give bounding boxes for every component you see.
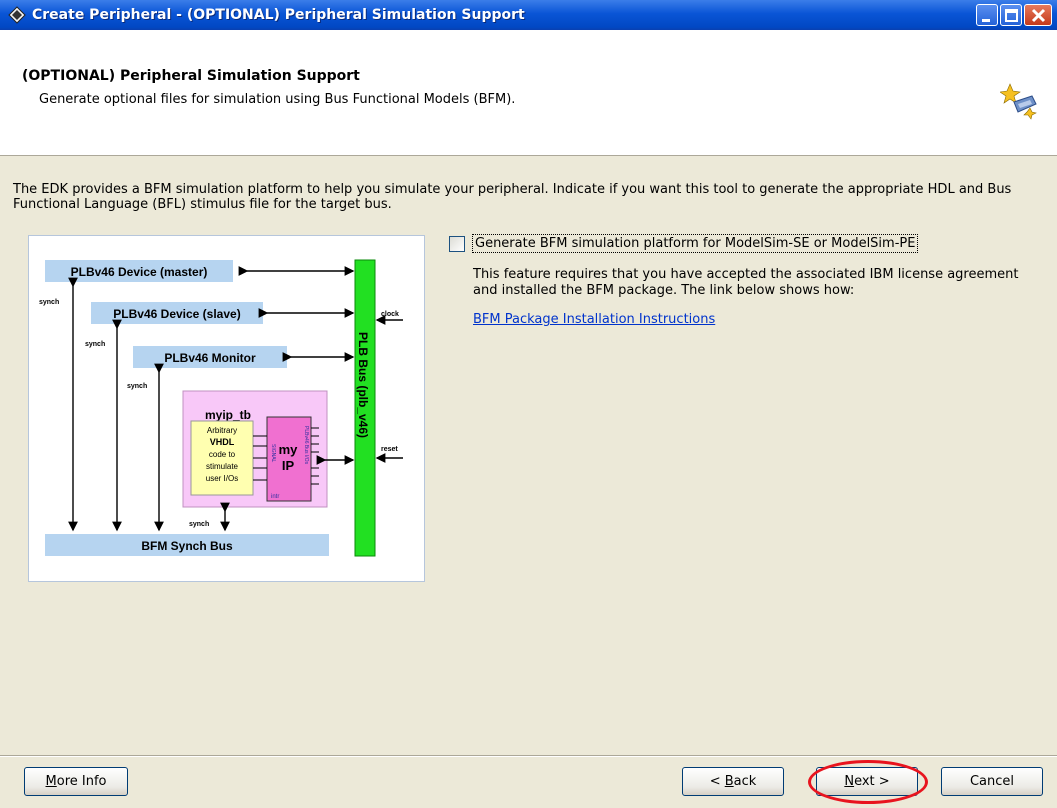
monitor-label: PLBv46 Monitor	[164, 351, 256, 365]
clock-label: clock	[381, 311, 399, 318]
generate-bfm-label[interactable]: Generate BFM simulation platform for Mod…	[472, 234, 919, 253]
window-title: Create Peripheral - (OPTIONAL) Periphera…	[32, 7, 525, 23]
arbitrary-label-2: VHDL	[210, 437, 235, 447]
plb-bus-label: PLB Bus (plb_v46)	[356, 332, 370, 438]
my-ip-label-2: IP	[282, 458, 295, 473]
wizard-icon	[1000, 83, 1037, 120]
page-subtitle: Generate optional files for simulation u…	[39, 92, 516, 107]
license-note: This feature requires that you have acce…	[473, 267, 1019, 298]
synch-label-4: synch	[189, 521, 209, 528]
cancel-button[interactable]: Cancel	[941, 767, 1043, 796]
synch-bus-label: BFM Synch Bus	[141, 539, 233, 553]
arbitrary-label-3: code to	[209, 450, 236, 459]
plb-if-label: PLBv46 Bus I/Os	[303, 426, 309, 465]
more-info-mnemonic: M	[45, 774, 57, 789]
generate-bfm-checkbox[interactable]	[449, 236, 465, 252]
back-button[interactable]: < Back	[682, 767, 784, 796]
bfm-install-link[interactable]: BFM Package Installation Instructions	[473, 312, 715, 327]
maximize-icon	[1005, 9, 1018, 22]
app-icon	[8, 6, 26, 24]
more-info-button[interactable]: More Info	[24, 767, 128, 796]
my-ip-label-1: my	[279, 442, 299, 457]
master-label: PLBv46 Device (master)	[71, 265, 208, 279]
synch-label-3: synch	[127, 383, 147, 390]
slave-label: PLBv46 Device (slave)	[113, 307, 240, 321]
arbitrary-label-1: Arbitrary	[207, 426, 237, 435]
next-mnemonic: N	[844, 774, 855, 789]
maximize-button[interactable]	[1000, 4, 1022, 26]
myip-tb-label: myip_tb	[205, 408, 251, 422]
next-button[interactable]: Next >	[816, 767, 918, 796]
back-mnemonic: B	[724, 774, 734, 789]
arbitrary-label-5: user I/Os	[206, 474, 238, 483]
back-prefix: <	[709, 774, 725, 789]
synch-label-1: synch	[39, 299, 59, 306]
close-icon	[1031, 8, 1046, 23]
footer-divider	[0, 755, 1057, 757]
wizard-header: (OPTIONAL) Peripheral Simulation Support…	[0, 30, 1057, 156]
page-title: (OPTIONAL) Peripheral Simulation Support	[22, 68, 360, 84]
bfm-diagram: PLBv46 Device (master) PLBv46 Device (sl…	[28, 235, 425, 582]
more-info-label: ore Info	[56, 774, 107, 789]
synch-label-2: synch	[85, 341, 105, 348]
intr-label: intr	[271, 494, 279, 500]
arbitrary-label-4: stimulate	[206, 462, 239, 471]
minimize-button[interactable]	[976, 4, 998, 26]
signal-label: SIGNAL	[270, 444, 276, 463]
next-label: ext >	[854, 774, 890, 789]
reset-label: reset	[381, 446, 398, 453]
window-title-bar[interactable]: Create Peripheral - (OPTIONAL) Periphera…	[0, 0, 1057, 30]
page-description: The EDK provides a BFM simulation platfo…	[13, 182, 1012, 212]
minimize-icon	[982, 19, 990, 22]
back-label: ack	[733, 774, 757, 789]
close-button[interactable]	[1024, 4, 1052, 26]
bfm-diagram-svg: PLBv46 Device (master) PLBv46 Device (sl…	[39, 259, 403, 557]
